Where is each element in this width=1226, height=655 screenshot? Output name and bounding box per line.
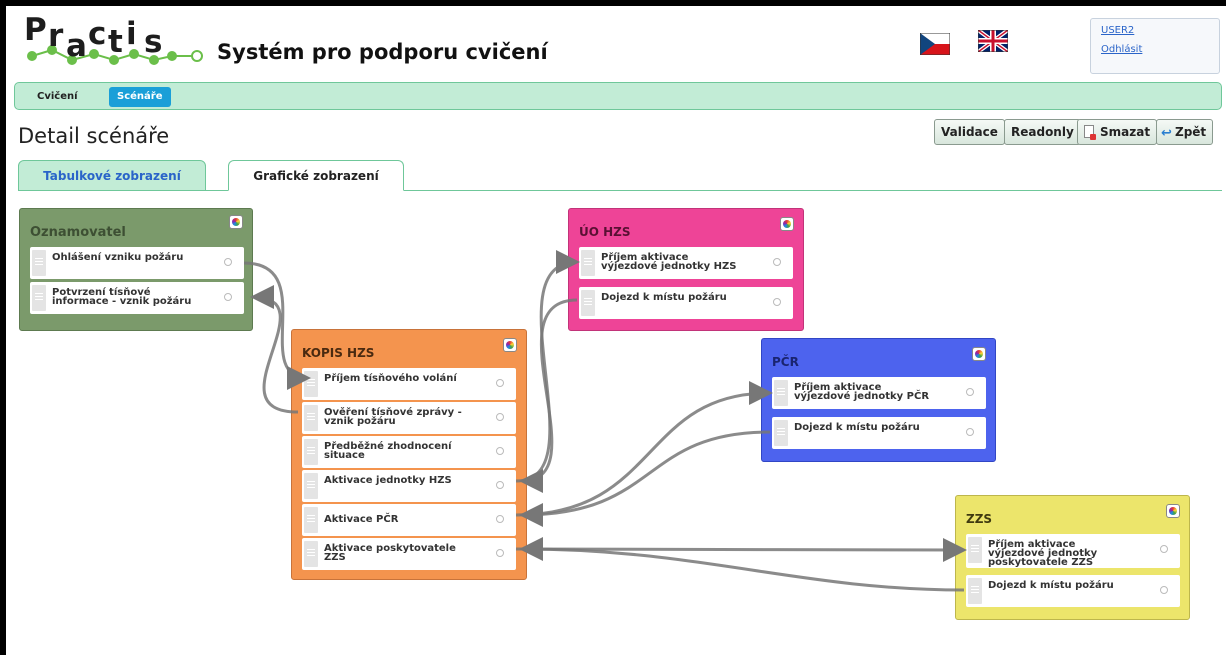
box-title: KOPIS HZS [302, 346, 375, 360]
connector-port[interactable] [966, 388, 974, 396]
tab-graficke[interactable]: Grafické zobrazení [228, 160, 404, 191]
drag-handle-icon[interactable] [581, 290, 595, 316]
item-label: Příjem aktivace výjezdové jednotky posky… [988, 539, 1098, 568]
item-label: Dojezd k místu požáru [794, 422, 920, 433]
connector-port[interactable] [966, 428, 974, 436]
connector-port[interactable] [1160, 545, 1168, 553]
back-button-label: Zpět [1175, 125, 1207, 139]
validate-button[interactable]: Validace [934, 119, 1005, 145]
list-item[interactable]: Dojezd k místu požáru [772, 417, 986, 449]
box-pcr[interactable]: PČR Příjem aktivace výjezdové jednotky P… [761, 338, 996, 462]
drag-handle-icon[interactable] [774, 380, 788, 406]
back-arrow-icon: ↩ [1161, 126, 1172, 141]
user-panel: USER2 Odhlásit [1090, 18, 1220, 74]
drag-handle-icon[interactable] [774, 420, 788, 446]
connector-port[interactable] [1160, 586, 1168, 594]
box-title: Oznamovatel [30, 225, 126, 240]
box-oznamovatel[interactable]: Oznamovatel Ohlášení vzniku požáru Potvr… [19, 208, 253, 331]
app-logo: P r a c t i s [22, 10, 212, 70]
color-palette-icon[interactable] [780, 217, 794, 231]
connector-port[interactable] [496, 447, 504, 455]
drag-handle-icon[interactable] [304, 439, 318, 465]
list-item[interactable]: Příjem aktivace výjezdové jednotky HZS [579, 247, 793, 279]
uk-flag-icon[interactable] [976, 28, 1010, 54]
tab-tabulkove[interactable]: Tabulkové zobrazení [18, 160, 206, 191]
item-label: Ověření tísňové zprávy - vznik požáru [324, 407, 462, 427]
item-label: Dojezd k místu požáru [601, 292, 727, 303]
tab-divider [18, 190, 1222, 191]
drag-handle-icon[interactable] [304, 473, 318, 499]
item-label: Aktivace PČR [324, 514, 399, 525]
drag-handle-icon[interactable] [304, 405, 318, 431]
item-label: Aktivace jednotky HZS [324, 475, 452, 486]
list-item[interactable]: Potvrzení tísňové informace - vznik požá… [30, 282, 244, 314]
connector-port[interactable] [496, 549, 504, 557]
drag-handle-icon[interactable] [304, 507, 318, 533]
item-label: Potvrzení tísňové informace - vznik požá… [52, 287, 192, 307]
connector-port[interactable] [224, 293, 232, 301]
box-title: PČR [772, 355, 799, 369]
box-zzs[interactable]: ZZS Příjem aktivace výjezdové jednotky p… [955, 495, 1190, 620]
item-label: Příjem tísňového volání [324, 373, 457, 384]
color-palette-icon[interactable] [229, 215, 243, 229]
nav-item-cviceni[interactable]: Cvičení [29, 87, 86, 107]
drag-handle-icon[interactable] [32, 285, 46, 311]
drag-handle-icon[interactable] [304, 371, 318, 397]
box-title: ZZS [966, 512, 993, 526]
connector-port[interactable] [773, 258, 781, 266]
list-item[interactable]: Aktivace poskytovatele ZZS [302, 538, 516, 570]
logo-text: P r a c t i s [24, 12, 163, 64]
item-label: Příjem aktivace výjezdové jednotky PČR [794, 382, 930, 402]
item-label: Dojezd k místu požáru [988, 580, 1114, 591]
drag-handle-icon[interactable] [968, 537, 982, 563]
color-palette-icon[interactable] [1166, 504, 1180, 518]
item-label: Příjem aktivace výjezdové jednotky HZS [601, 252, 737, 272]
nav-item-scenare[interactable]: Scénáře [109, 87, 171, 107]
main-nav: Cvičení Scénáře [14, 82, 1222, 110]
delete-button-label: Smazat [1100, 125, 1151, 139]
item-label: Předběžné zhodnocení situace [324, 441, 452, 461]
czech-flag-icon[interactable] [919, 32, 951, 56]
user-name-link[interactable]: USER2 [1101, 25, 1219, 36]
list-item[interactable]: Aktivace PČR [302, 504, 516, 536]
readonly-button[interactable]: Readonly [1004, 119, 1081, 145]
logout-link[interactable]: Odhlásit [1101, 44, 1219, 55]
box-uo-hzs[interactable]: ÚO HZS Příjem aktivace výjezdové jednotk… [568, 208, 804, 331]
color-palette-icon[interactable] [972, 347, 986, 361]
list-item[interactable]: Příjem tísňového volání [302, 368, 516, 400]
drag-handle-icon[interactable] [32, 250, 46, 276]
document-delete-icon [1084, 125, 1096, 140]
list-item[interactable]: Příjem aktivace výjezdové jednotky posky… [966, 534, 1180, 568]
connector-port[interactable] [773, 298, 781, 306]
drag-handle-icon[interactable] [968, 578, 982, 604]
connector-port[interactable] [224, 258, 232, 266]
item-label: Aktivace poskytovatele ZZS [324, 543, 456, 563]
back-button[interactable]: ↩ Zpět [1156, 119, 1214, 145]
list-item[interactable]: Dojezd k místu požáru [966, 575, 1180, 607]
list-item[interactable]: Předběžné zhodnocení situace [302, 436, 516, 468]
connector-port[interactable] [496, 379, 504, 387]
connector-port[interactable] [496, 515, 504, 523]
list-item[interactable]: Příjem aktivace výjezdové jednotky PČR [772, 377, 986, 409]
color-palette-icon[interactable] [503, 338, 517, 352]
item-label: Ohlášení vzniku požáru [52, 252, 184, 263]
page-title: Detail scénáře [18, 124, 170, 148]
list-item[interactable]: Ověření tísňové zprávy - vznik požáru [302, 402, 516, 434]
connector-port[interactable] [496, 481, 504, 489]
list-item[interactable]: Ohlášení vzniku požáru [30, 247, 244, 279]
app-title: Systém pro podporu cvičení [217, 40, 548, 64]
box-title: ÚO HZS [579, 225, 631, 239]
drag-handle-icon[interactable] [581, 250, 595, 276]
drag-handle-icon[interactable] [304, 541, 318, 567]
box-kopis-hzs[interactable]: KOPIS HZS Příjem tísňového volání Ověřen… [291, 329, 527, 580]
list-item[interactable]: Dojezd k místu požáru [579, 287, 793, 319]
delete-button[interactable]: Smazat [1077, 119, 1158, 145]
list-item[interactable]: Aktivace jednotky HZS [302, 470, 516, 502]
connector-port[interactable] [496, 413, 504, 421]
